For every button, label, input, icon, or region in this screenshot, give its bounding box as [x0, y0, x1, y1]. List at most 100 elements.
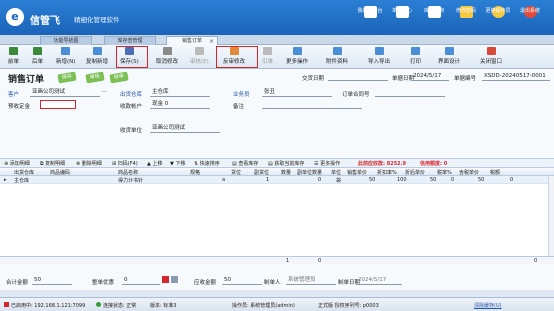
customer-picker-icon[interactable]: … — [101, 87, 107, 94]
cell-location[interactable]: a — [222, 177, 225, 183]
main-toolbar: 前单 后单 新增(N) 复制新增 保存(S) 取消修改 审核(E) 反审修改 引… — [0, 45, 554, 69]
row-indicator-icon: ▸ — [4, 177, 7, 183]
workbench-button[interactable]: 我的工作台 — [356, 3, 384, 33]
table-row[interactable]: ▸ 主仓库 得力计书针 a 1 0 袋 50 100 50 0 50 0 — [0, 176, 554, 184]
undo-icon — [162, 47, 172, 55]
switch-operator-button[interactable]: 更换操作员 — [484, 3, 512, 33]
warehouse-field[interactable]: 主仓库 — [150, 88, 210, 97]
change-password-button[interactable]: 修改密码 — [452, 3, 480, 33]
tab-nav[interactable]: 功能导航图 — [40, 36, 92, 45]
deposit-field[interactable] — [40, 100, 76, 109]
cancel-edit-button[interactable]: 取消修改 — [156, 47, 178, 67]
warehouse-label: 出货仓库 — [120, 92, 143, 98]
print-button[interactable]: 打印 — [410, 47, 421, 67]
arrow-left-icon — [9, 47, 18, 55]
clear-cache-link[interactable]: 清除缓存(U) — [474, 302, 502, 309]
cell-qty[interactable]: 1 — [266, 177, 269, 183]
column-header[interactable]: 商品编码 — [50, 169, 70, 176]
prev-doc-button[interactable]: 前单 — [8, 47, 19, 67]
import-export-button[interactable]: 导入导出 — [368, 47, 390, 67]
cell-warehouse[interactable]: 主仓库 — [14, 177, 29, 184]
link-icon — [263, 47, 272, 55]
close-window-button[interactable]: 关闭窗口 — [480, 47, 502, 67]
layout-design-button[interactable]: 界面设计 — [438, 47, 460, 67]
delete-line-button[interactable]: ⊗ 删除明细 — [76, 160, 102, 167]
contract-field[interactable] — [375, 88, 445, 97]
status-stamp: 保存 — [57, 71, 77, 84]
column-header[interactable]: 出货仓库 — [14, 169, 34, 176]
discount-edit-icon[interactable] — [162, 276, 169, 283]
totals-bar: 合计金额 50 整单优惠 0 应收金额 50 制单人 系统管理员 制单日期 20… — [0, 264, 554, 290]
move-up-button[interactable]: ▲ 上移 — [147, 160, 162, 167]
column-header[interactable]: 规格 — [190, 169, 200, 176]
connection-status: 连接状态: 正常 — [96, 302, 136, 309]
scan-button[interactable]: ⊞ 扫码(F4) — [112, 160, 138, 167]
column-header[interactable]: 税率% — [437, 169, 452, 176]
more-actions-button[interactable]: 更多操作 — [286, 47, 308, 67]
next-doc-button[interactable]: 后单 — [32, 47, 43, 67]
discount-calc-icon[interactable] — [171, 276, 178, 283]
column-header[interactable]: 副单位数量 — [297, 169, 322, 176]
total-amount-field: 50 — [32, 276, 72, 285]
order-no-field[interactable]: XSDD-20240517-0001 — [482, 72, 550, 81]
delivery-date-field[interactable] — [328, 72, 388, 81]
import-order-button[interactable]: 引单 — [262, 47, 273, 67]
doc-center-button[interactable]: 单据中心 — [388, 3, 416, 33]
column-header[interactable]: 单位 — [331, 169, 341, 176]
new-button[interactable]: 新增(N) — [56, 47, 75, 67]
detail-more-button[interactable]: ☰ 更多操作 — [314, 160, 340, 167]
cell-price[interactable]: 50 — [369, 177, 375, 183]
tab-stock[interactable]: 库存查管理 — [104, 36, 156, 45]
stock-query-button[interactable]: 库存查询 — [420, 3, 448, 33]
audit-button[interactable]: 审核(E) — [190, 47, 209, 67]
column-header[interactable]: 货位 — [231, 169, 241, 176]
credit-limit-label: 信用额度: 0 — [420, 161, 448, 167]
get-current-stock-button[interactable]: ▤ 获取当前库存 — [268, 160, 304, 167]
column-header[interactable]: 商品名称 — [118, 169, 138, 176]
move-down-button[interactable]: ▼ 下移 — [170, 160, 185, 167]
tab-sales-order[interactable]: 销售订单 × — [166, 36, 218, 45]
discount-field[interactable]: 0 — [122, 276, 160, 285]
server-status: 已启用中: 192.168.1.121:7099 — [4, 302, 85, 309]
column-header[interactable]: 数量 — [281, 169, 291, 176]
operator-label: 操作员: 系统管理员(admin) — [232, 303, 295, 309]
column-header[interactable]: 含税单价 — [459, 169, 479, 176]
view-stock-button[interactable]: ▤ 查看库存 — [232, 160, 258, 167]
receiver-field[interactable]: 亚画公司测试 — [150, 124, 220, 133]
copy-new-button[interactable]: 复制新增 — [86, 47, 108, 67]
column-header[interactable]: 折后单价 — [405, 169, 425, 176]
customer-field[interactable]: 亚画公司测试 — [30, 88, 100, 97]
remark-label: 备注 — [233, 104, 245, 110]
license-label: 正式版 授权序列号: p0003 — [318, 303, 379, 309]
column-header[interactable]: 税额 — [490, 169, 500, 176]
remark-field[interactable] — [262, 100, 362, 109]
cell-tax-price[interactable]: 50 — [478, 177, 484, 183]
column-header[interactable]: 折扣率% — [377, 169, 397, 176]
exit-button[interactable]: 退出系统 — [516, 3, 544, 33]
salesman-field[interactable]: 张丑 — [262, 88, 332, 97]
order-date-field[interactable]: 2024/5/17 — [411, 72, 449, 81]
add-line-button[interactable]: ⊕ 添加明细 — [4, 160, 30, 167]
attachments-button[interactable]: 附件资料 — [326, 47, 348, 67]
quick-sort-button[interactable]: ⇅ 快速排序 — [194, 160, 220, 167]
cell-disc-price[interactable]: 50 — [430, 177, 436, 183]
cell-name[interactable]: 得力计书针 — [118, 177, 143, 184]
column-header[interactable]: 副货位 — [254, 169, 269, 176]
cell-unit[interactable]: 袋 — [336, 177, 341, 184]
app-logo-icon: e — [6, 8, 24, 26]
page-title: 销售订单 — [8, 75, 45, 85]
column-header[interactable]: 销售单价 — [347, 169, 367, 176]
brand-name: 信管飞 — [30, 16, 60, 27]
cell-tax-rate[interactable]: 0 — [451, 177, 454, 183]
title-bar: e 信管飞 精细化管理软件 我的工作台 单据中心 库存查询 修改密码 更换操作员… — [0, 0, 554, 35]
cell-tax[interactable]: 0 — [510, 177, 513, 183]
new-doc-icon — [61, 47, 71, 55]
cell-discount[interactable]: 100 — [397, 177, 407, 183]
cell-subqty[interactable]: 0 — [318, 177, 321, 183]
connection-icon — [96, 302, 101, 307]
vertical-scrollbar[interactable] — [548, 176, 554, 256]
account-field[interactable]: 现金 0 — [150, 100, 210, 109]
arrow-right-icon — [33, 47, 42, 55]
save-highlight — [116, 46, 148, 68]
copy-line-button[interactable]: ⧉ 复制明细 — [40, 160, 65, 167]
